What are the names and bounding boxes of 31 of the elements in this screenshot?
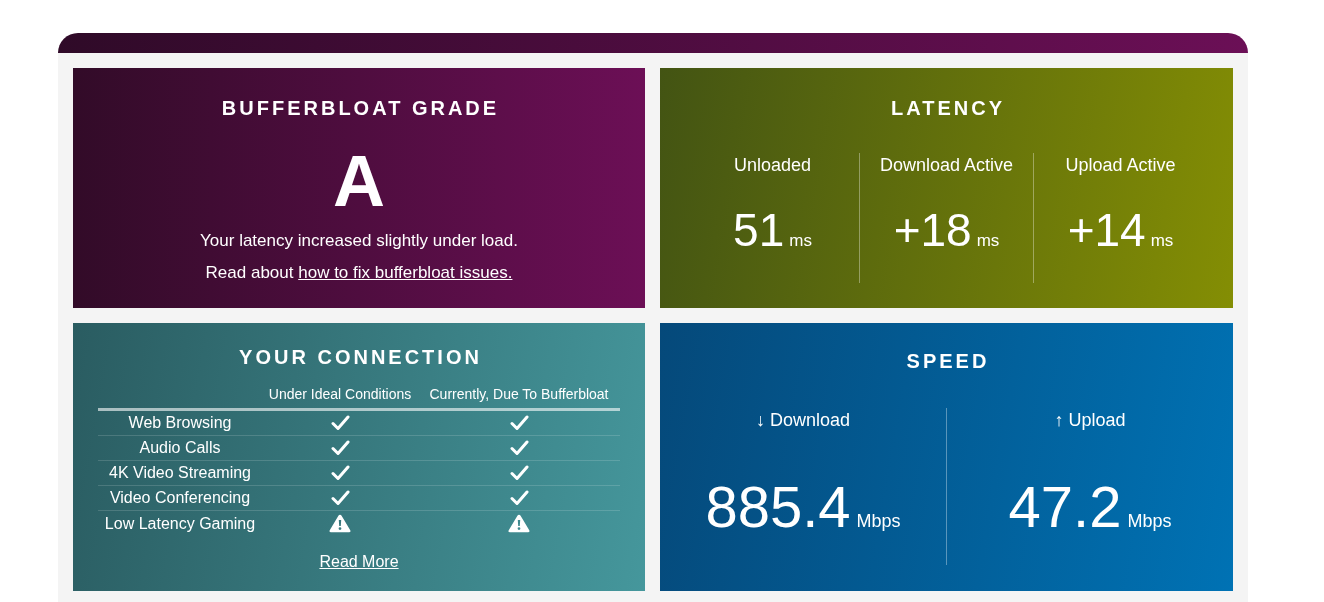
read-more-link[interactable]: Read More xyxy=(319,553,399,570)
row-label: Audio Calls xyxy=(138,438,222,458)
grade-letter: A xyxy=(333,145,385,217)
card-title: BUFFERBLOAT GRADE xyxy=(220,96,500,120)
row-label: Low Latency Gaming xyxy=(103,513,257,534)
row-label: 4K Video Streaming xyxy=(108,463,252,483)
metric-label: Upload Active xyxy=(1065,154,1176,177)
card-title: LATENCY xyxy=(890,96,1005,120)
metric-label: ↓ Download xyxy=(755,409,851,432)
grade-message: Your latency increased slightly under load. xyxy=(200,230,518,252)
latency-value: +14 xyxy=(1067,207,1146,253)
metric-label: Unloaded xyxy=(733,154,812,177)
card-title: YOUR CONNECTION xyxy=(238,345,482,369)
unit-label: Mbps xyxy=(1127,511,1172,532)
unit-label: ms xyxy=(976,231,1000,251)
unit-label: Mbps xyxy=(856,511,901,532)
fix-sentence: Read about how to fix bufferbloat issues. xyxy=(205,262,513,284)
unit-label: ms xyxy=(789,231,812,251)
speed-value: 885.4 xyxy=(705,478,851,536)
metric-label: Download Active xyxy=(879,154,1014,177)
metric-label: ↑ Upload xyxy=(1054,409,1126,432)
row-label: Web Browsing xyxy=(127,413,233,433)
fix-link[interactable]: how to fix bufferbloat issues. xyxy=(298,263,513,282)
column-header: Currently, Due To Bufferbloat xyxy=(428,385,610,404)
latency-value: +18 xyxy=(893,207,972,253)
row-label: Video Conferencing xyxy=(108,488,252,508)
latency-value: 51 xyxy=(733,207,785,253)
column-header: Under Ideal Conditions xyxy=(267,385,413,404)
unit-label: ms xyxy=(1150,231,1174,251)
speed-value: 47.2 xyxy=(1008,478,1122,536)
card-title: SPEED xyxy=(905,349,990,373)
